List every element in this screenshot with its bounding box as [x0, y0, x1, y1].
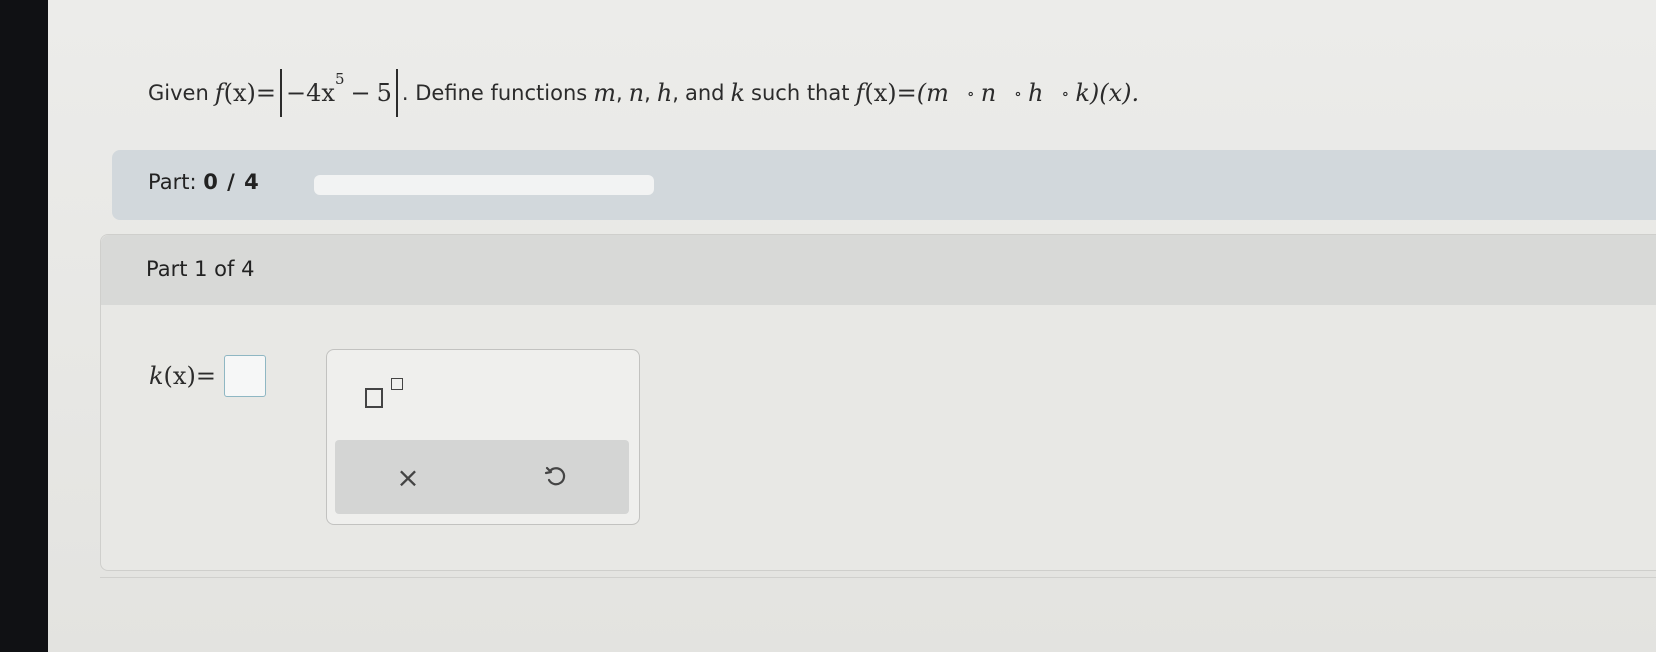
minus-sign: −: [350, 79, 371, 107]
divider: [100, 577, 1656, 578]
function-k: k: [730, 79, 746, 107]
undo-icon[interactable]: [539, 460, 573, 494]
abs-bar-left: [280, 69, 283, 117]
composition-h: h: [1028, 79, 1044, 107]
function-f: f: [855, 79, 865, 107]
part-counter-label: Part:: [148, 170, 197, 194]
given-label: Given: [148, 81, 209, 105]
argument-x: (x): [864, 79, 897, 107]
argument-x: (x): [223, 79, 256, 107]
constant-term: 5: [376, 79, 392, 107]
math-keypad: ×: [326, 349, 640, 525]
composition-n: n: [980, 79, 997, 107]
composition-ring: ∘: [1061, 83, 1070, 103]
comma: ,: [672, 81, 679, 105]
function-f: f: [214, 79, 224, 107]
keypad-action-tray: ×: [335, 440, 629, 514]
part-title: Part 1 of 4: [146, 257, 255, 281]
composition-open: (m: [916, 79, 949, 107]
question-statement: Given f (x) = −4x 5 − 5 . Define functio…: [148, 68, 1139, 118]
and-text: and: [684, 81, 725, 105]
composition-close: k)(x).: [1075, 79, 1140, 107]
answer-argument-x: (x): [163, 362, 196, 390]
coefficient-term: −4x: [286, 79, 335, 107]
progress-band: Part: 0 / 4: [112, 150, 1656, 220]
part-counter: Part: 0 / 4: [148, 170, 260, 194]
progress-bar: [314, 175, 654, 195]
answer-input[interactable]: [223, 355, 266, 397]
exponent: 5: [334, 70, 345, 88]
such-that-text: such that: [751, 81, 850, 105]
abs-bar-right: [395, 69, 398, 117]
part-panel: Part 1 of 4 k (x) = ×: [100, 234, 1656, 571]
superscript-template-icon[interactable]: [361, 370, 411, 416]
answer-function-k: k: [149, 362, 164, 390]
composition-ring: ∘: [966, 83, 975, 103]
function-h: h: [656, 79, 673, 107]
function-n: n: [628, 79, 645, 107]
function-m: m: [593, 79, 616, 107]
equals-sign: =: [896, 79, 917, 107]
composition-ring: ∘: [1014, 83, 1023, 103]
define-text: . Define functions: [401, 81, 588, 105]
part-counter-value: 0 / 4: [203, 170, 260, 194]
part-header: Part 1 of 4: [101, 235, 1656, 305]
comma: ,: [615, 81, 623, 105]
equals-sign: =: [255, 79, 277, 107]
comma: ,: [644, 81, 651, 105]
answer-equals: =: [195, 362, 216, 390]
answer-row: k (x) =: [149, 355, 266, 397]
screen-bezel: [0, 0, 48, 652]
clear-button[interactable]: ×: [391, 460, 425, 494]
